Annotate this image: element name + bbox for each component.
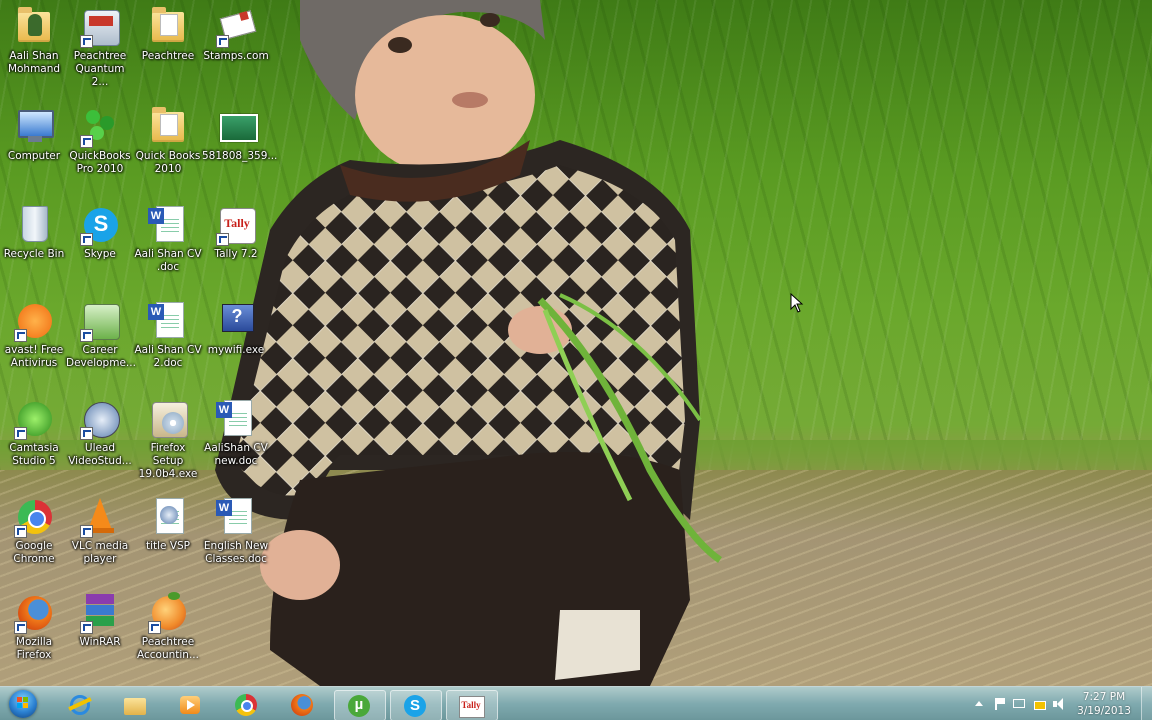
utorrent-icon: µ (347, 694, 371, 718)
career-development-icon (78, 298, 122, 342)
winrar-icon (78, 590, 122, 634)
tally-icon: Tally (214, 202, 258, 246)
volume-icon[interactable] (1052, 697, 1066, 711)
icon-peachtree-accounting[interactable]: Peachtree Accountin... (134, 590, 202, 662)
icon-aalishan-cv-new-doc[interactable]: W AaliShan CV new.doc (202, 396, 270, 468)
video-file-icon (146, 494, 190, 538)
icon-aali-shan-cv-2-doc[interactable]: W Aali Shan CV 2.doc (134, 298, 202, 370)
quickbooks-icon (78, 104, 122, 148)
mouse-cursor-icon (790, 293, 804, 313)
icon-vlc-media-player[interactable]: VLC media player (66, 494, 134, 566)
icon-peachtree[interactable]: Peachtree (134, 4, 202, 63)
icon-google-chrome[interactable]: Google Chrome (0, 494, 68, 566)
icon-career-development[interactable]: Career Developme... (66, 298, 136, 370)
clock-time: 7:27 PM (1082, 691, 1126, 703)
user-folder-icon (12, 4, 56, 48)
taskbar-mozilla-firefox[interactable] (278, 690, 328, 719)
avast-icon (12, 298, 56, 342)
internet-explorer-icon (68, 693, 92, 717)
icon-winrar[interactable]: WinRAR (66, 590, 134, 649)
system-tray: 7:27 PM 3/19/2013 (962, 687, 1152, 720)
show-desktop-button[interactable] (1141, 687, 1152, 720)
icon-aali-shan-mohmand[interactable]: Aali Shan Mohmand (0, 4, 68, 76)
icon-recycle-bin[interactable]: Recycle Bin (0, 202, 68, 261)
icon-ulead-videostudio[interactable]: Ulead VideoStud... (66, 396, 134, 468)
taskbar-tally[interactable]: Tally (446, 690, 498, 720)
camtasia-icon (12, 396, 56, 440)
firefox-icon (12, 590, 56, 634)
skype-icon: S (403, 694, 427, 718)
vlc-icon (78, 494, 122, 538)
icon-computer[interactable]: Computer (0, 104, 68, 163)
folder-icon (146, 4, 190, 48)
word-document-icon: W (214, 494, 258, 538)
icon-avast[interactable]: avast! Free Antivirus (0, 298, 68, 370)
icon-skype[interactable]: S Skype (66, 202, 134, 261)
taskbar-internet-explorer[interactable] (56, 690, 106, 719)
system-clock[interactable]: 7:27 PM 3/19/2013 (1076, 690, 1132, 718)
clock-date: 3/19/2013 (1077, 705, 1131, 717)
start-button[interactable] (4, 689, 42, 719)
word-document-icon: W (146, 298, 190, 342)
ulead-icon (78, 396, 122, 440)
media-player-icon (178, 693, 202, 717)
power-icon[interactable] (1032, 697, 1046, 711)
word-document-icon: W (146, 202, 190, 246)
icon-english-new-classes-doc[interactable]: W English New Classes.doc (202, 494, 270, 566)
taskbar: µ S Tally 7:27 PM 3/19/2013 (0, 686, 1152, 720)
installer-disc-icon (146, 396, 190, 440)
peachtree-quantum-icon (78, 4, 122, 48)
network-icon[interactable] (1012, 697, 1026, 711)
icon-aali-shan-cv-doc[interactable]: W Aali Shan CV .doc (134, 202, 202, 274)
taskbar-media-player[interactable] (166, 690, 216, 719)
taskbar-utorrent[interactable]: µ (334, 690, 386, 720)
icon-title-vsp[interactable]: title VSP (134, 494, 202, 553)
icon-quickbooks-pro[interactable]: QuickBooks Pro 2010 (66, 104, 134, 176)
icon-mywifi-exe[interactable]: ? mywifi.exe (202, 298, 270, 357)
envelope-icon (214, 4, 258, 48)
firefox-icon (290, 693, 314, 717)
windows-orb-icon (9, 690, 37, 718)
show-hidden-icons-arrow-icon[interactable] (972, 697, 986, 711)
taskbar-skype[interactable]: S (390, 690, 442, 720)
image-file-icon (214, 104, 258, 148)
word-document-icon: W (214, 396, 258, 440)
icon-quick-books-2010[interactable]: Quick Books 2010 (134, 104, 202, 176)
icon-tally[interactable]: Tally Tally 7.2 (202, 202, 270, 261)
icon-peachtree-quantum[interactable]: Peachtree Quantum 2... (66, 4, 134, 89)
icon-camtasia[interactable]: Camtasia Studio 5 (0, 396, 68, 468)
icon-581808-image[interactable]: 581808_359... (202, 104, 277, 163)
icon-stamps-com[interactable]: Stamps.com (202, 4, 270, 63)
action-center-flag-icon[interactable] (992, 697, 1006, 711)
peach-icon (146, 590, 190, 634)
unknown-app-icon: ? (214, 298, 258, 342)
folder-icon (123, 693, 147, 717)
icon-mozilla-firefox[interactable]: Mozilla Firefox (0, 590, 68, 662)
computer-icon (12, 104, 56, 148)
recycle-bin-icon (12, 202, 56, 246)
taskbar-google-chrome[interactable] (222, 690, 272, 719)
chrome-icon (234, 693, 258, 717)
taskbar-windows-explorer[interactable] (111, 690, 161, 719)
folder-icon (146, 104, 190, 148)
chrome-icon (12, 494, 56, 538)
skype-icon: S (78, 202, 122, 246)
icon-firefox-setup[interactable]: Firefox Setup 19.0b4.exe (134, 396, 202, 481)
tally-icon: Tally (459, 694, 485, 718)
